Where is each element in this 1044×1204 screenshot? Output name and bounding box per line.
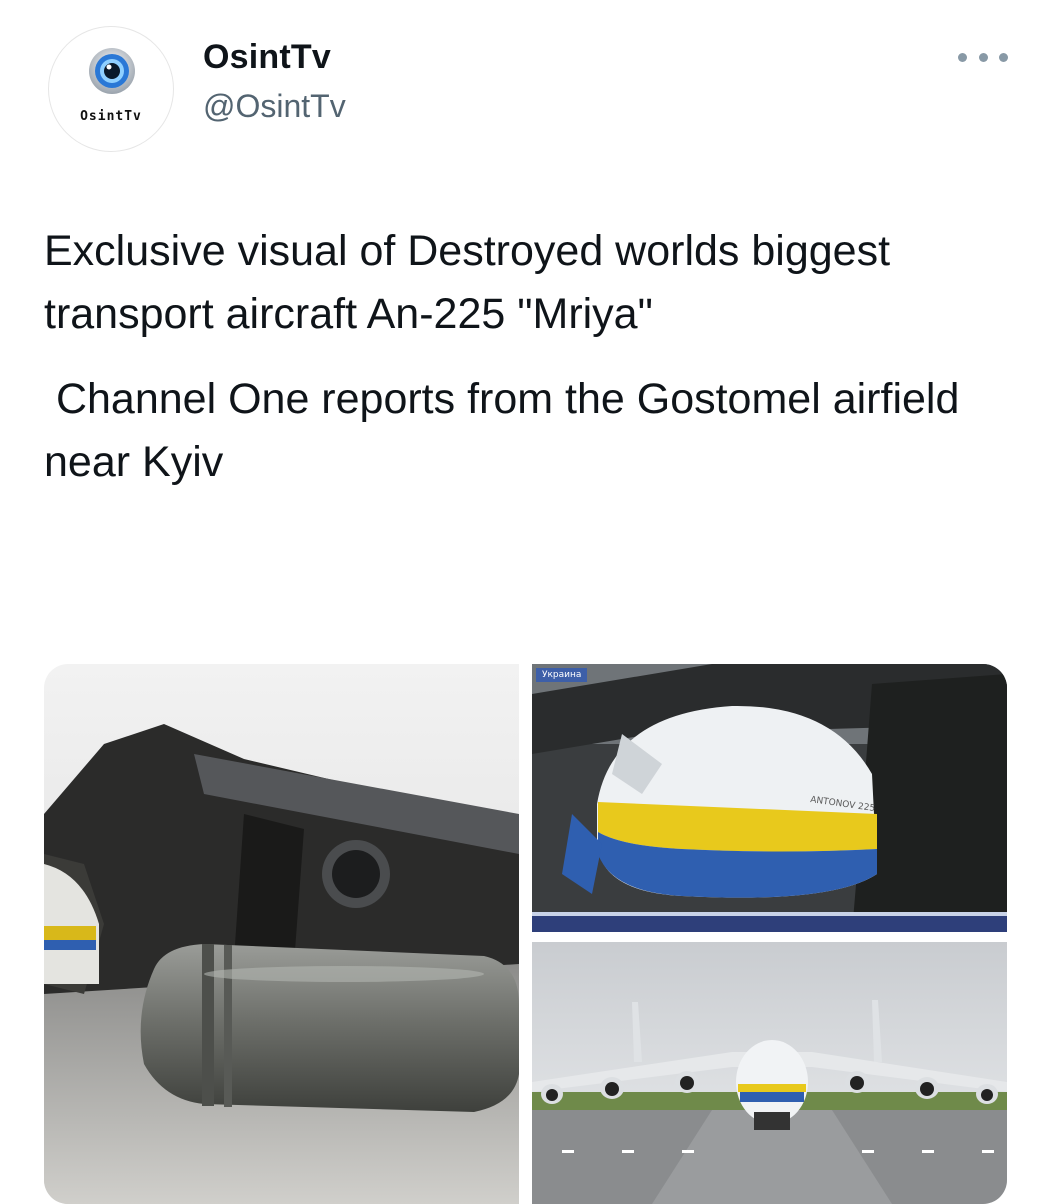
tv-channel-tag: Украина xyxy=(536,668,588,682)
media-photo-wreck-shell[interactable] xyxy=(44,664,519,1204)
display-name[interactable]: OsintTv xyxy=(203,38,331,77)
more-horizontal-icon xyxy=(978,52,988,62)
more-horizontal-icon xyxy=(958,52,967,62)
more-horizontal-icon xyxy=(999,52,1008,62)
media-photo-intact-aircraft[interactable] xyxy=(532,942,1007,1204)
tweet-text: Exclusive visual of Destroyed worlds big… xyxy=(44,220,1004,494)
avatar-brand-text: OsintTv xyxy=(80,109,142,124)
avatar[interactable]: OsintTv xyxy=(48,26,174,152)
more-options-button[interactable] xyxy=(958,42,1008,72)
eye-logo-icon xyxy=(89,48,135,94)
media-grid: ANTONOV 225 Украина xyxy=(44,664,1007,1204)
media-photo-nose-wreck[interactable]: ANTONOV 225 Украина xyxy=(532,664,1007,932)
user-handle[interactable]: @OsintTv xyxy=(203,88,346,125)
tweet-paragraph: Exclusive visual of Destroyed worlds big… xyxy=(44,227,891,338)
tweet-paragraph: Channel One reports from the Gostomel ai… xyxy=(44,375,972,486)
